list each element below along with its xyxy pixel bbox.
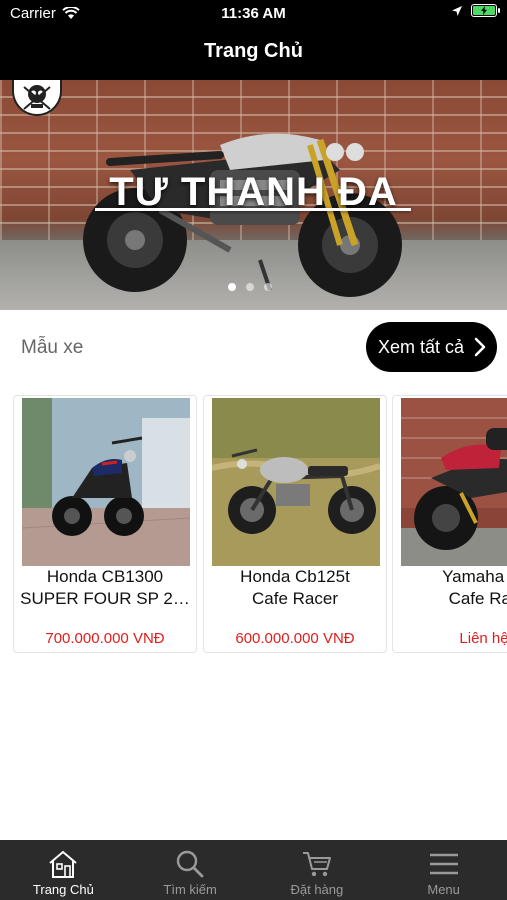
product-name: Yamaha Sr Cafe Rac — [393, 566, 507, 610]
tab-order[interactable]: Đặt hàng — [254, 840, 381, 900]
carousel-dot[interactable] — [246, 283, 254, 291]
tab-order-label: Đặt hàng — [290, 882, 344, 897]
product-price: 700.000.000 VNĐ — [45, 630, 165, 647]
tab-menu-label: Menu — [427, 882, 460, 897]
status-time: 11:36 AM — [221, 5, 286, 22]
product-image — [22, 398, 190, 566]
tab-search[interactable]: Tìm kiếm — [127, 840, 254, 900]
tab-home[interactable]: Trang Chủ — [0, 840, 127, 900]
tab-home-label: Trang Chủ — [32, 882, 94, 897]
skull-logo-icon — [23, 85, 51, 110]
page-title: Trang Chủ — [204, 40, 303, 62]
product-card[interactable]: Honda Cb125t Cafe Racer 600.000.000 VNĐ — [203, 395, 387, 653]
product-name-line2: Cafe Racer — [252, 589, 338, 608]
product-card[interactable]: Yamaha Sr Cafe Rac Liên hệ — [392, 395, 507, 653]
product-name-line1: Honda CB1300 — [46, 567, 164, 586]
product-name: Honda Cb125t Cafe Racer — [204, 566, 386, 610]
product-name-line1: Yamaha Sr — [442, 567, 507, 586]
section-title: Mẫu xe — [21, 337, 84, 358]
location-arrow-icon — [452, 5, 462, 16]
search-icon — [176, 850, 204, 878]
banner-underline — [95, 208, 411, 211]
top-bar: Carrier 11:36 AM Trang Chủ — [0, 0, 507, 80]
cart-icon — [302, 852, 331, 877]
tab-bar: Trang Chủ Tìm kiếm Đặt hàng Menu — [0, 840, 507, 900]
chevron-right-icon — [474, 337, 486, 357]
product-name-line2: SUPER FOUR SP 2… — [20, 589, 190, 608]
carousel-dot[interactable] — [264, 283, 272, 291]
charging-bolt-icon — [481, 6, 487, 15]
status-bar: Carrier 11:36 AM — [0, 0, 507, 28]
tab-search-label: Tìm kiếm — [163, 882, 217, 897]
product-price: Liên hệ — [459, 630, 507, 647]
banner-carousel[interactable]: TƯ THANH ĐA — [0, 80, 507, 310]
carousel-dot[interactable] — [228, 283, 236, 291]
product-image — [212, 398, 380, 566]
see-all-label: Xem tất cả — [378, 336, 465, 357]
battery-icon — [471, 4, 500, 17]
product-price: 600.000.000 VNĐ — [235, 630, 355, 647]
see-all-button[interactable]: Xem tất cả — [366, 322, 497, 372]
carousel-dots[interactable] — [228, 283, 272, 291]
product-name: Honda CB1300 SUPER FOUR SP 2… — [14, 566, 196, 610]
menu-icon — [429, 853, 458, 875]
product-list[interactable]: Honda CB1300 SUPER FOUR SP 2… 700.000.00… — [13, 395, 507, 655]
status-right — [451, 4, 500, 17]
home-icon — [49, 850, 78, 878]
product-name-line1: Honda Cb125t — [240, 567, 350, 586]
tab-menu[interactable]: Menu — [380, 840, 507, 900]
product-card[interactable]: Honda CB1300 SUPER FOUR SP 2… 700.000.00… — [13, 395, 197, 653]
product-name-line2: Cafe Rac — [448, 589, 507, 608]
product-image — [401, 398, 507, 566]
